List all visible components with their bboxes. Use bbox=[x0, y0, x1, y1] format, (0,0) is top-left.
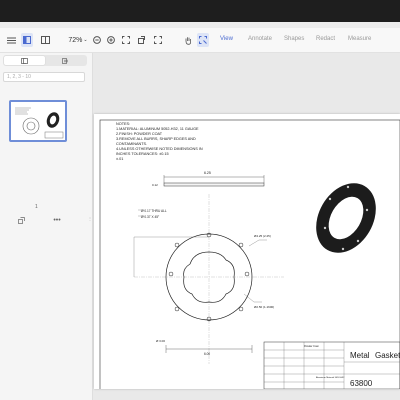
note-line: ±.01 bbox=[116, 157, 123, 161]
part-number: 63800 bbox=[350, 379, 373, 388]
page-thumbnail[interactable] bbox=[9, 100, 67, 142]
rotate-icon[interactable] bbox=[137, 33, 147, 47]
note-line: 3.REMOVE ALL BURRS, SHARP EDGES AND bbox=[116, 137, 196, 141]
title-bar bbox=[0, 0, 400, 22]
page-range-input[interactable]: 1, 2, 3 - 10 bbox=[3, 72, 85, 82]
tab-shapes[interactable]: Shapes bbox=[284, 36, 304, 42]
tab-annotate[interactable]: Annotate bbox=[248, 36, 272, 42]
title-text-1: Metal bbox=[350, 351, 370, 360]
note-line: 2.FINISH: POWDER COAT bbox=[116, 132, 163, 136]
pan-hand-icon[interactable] bbox=[183, 33, 193, 47]
sidebar-toggle-icon[interactable] bbox=[21, 33, 33, 47]
zoom-out-icon[interactable] bbox=[92, 33, 102, 47]
select-tool-icon[interactable] bbox=[197, 33, 209, 47]
tab-redact[interactable]: Redact bbox=[316, 36, 335, 42]
note-line: INCHES TOLERANCES: ±0.15 bbox=[116, 152, 169, 156]
document-viewer[interactable]: NOTES: 1.MATERIAL: ALUMINUM 5052-H32, 11… bbox=[93, 53, 400, 400]
toolbar: 72% ⌄ View Annotate Shapes Redact Measur… bbox=[0, 28, 400, 53]
tab-outline[interactable] bbox=[45, 56, 86, 65]
hamburger-menu-icon[interactable] bbox=[5, 33, 17, 47]
thumbnails-icon bbox=[21, 57, 28, 64]
dim-hole-callout: Ø 0.17 THRU ALL bbox=[141, 209, 167, 213]
dim-bottom-label: 6.00 bbox=[204, 352, 210, 356]
page-number-label: 1 bbox=[35, 204, 38, 210]
rotate-page-icon[interactable] bbox=[16, 216, 26, 224]
note-line: 4.UNLESS OTHERWISE NOTED DIMENSIONS IN bbox=[116, 147, 203, 151]
page-layout-icon[interactable] bbox=[39, 33, 51, 47]
note-line: 1.MATERIAL: ALUMINUM 5052-H32, 11 GAUGE bbox=[116, 127, 199, 131]
finish-label: Powder Coat bbox=[304, 345, 319, 348]
sidebar-tabs bbox=[3, 55, 87, 66]
front-view: Ø 0.17 THRU ALL Ø 0.37 X 45° Ø4.25 (2.25… bbox=[133, 194, 284, 364]
title-text-2: Gasket bbox=[375, 351, 400, 360]
thumbnail-drawing bbox=[15, 107, 64, 139]
chevron-down-icon: ⌄ bbox=[83, 37, 88, 43]
outline-icon bbox=[62, 57, 68, 64]
tab-measure[interactable]: Measure bbox=[348, 36, 371, 42]
note-line: CONTAMINANTS. bbox=[116, 142, 147, 146]
zoom-value: 72% bbox=[68, 36, 83, 44]
sidebar: 1, 2, 3 - 10 1 ••• bbox=[0, 53, 93, 400]
pdf-page: NOTES: 1.MATERIAL: ALUMINUM 5052-H32, 11… bbox=[94, 114, 400, 396]
drawing-border bbox=[99, 119, 400, 396]
dim-thickness-label: 0.12 bbox=[152, 183, 158, 187]
side-view: 6.25 0.12 bbox=[152, 171, 265, 187]
more-options-icon[interactable]: ••• bbox=[52, 216, 62, 224]
fullscreen-icon[interactable] bbox=[153, 33, 163, 47]
material-label: Aluminum Material 5052-H32 bbox=[316, 376, 345, 379]
fit-page-icon[interactable] bbox=[121, 33, 131, 47]
notes-heading: NOTES: bbox=[116, 122, 130, 126]
zoom-in-icon[interactable] bbox=[106, 33, 116, 47]
dim-top-label: 6.25 bbox=[204, 171, 211, 175]
dim-chamfer-label: Ø 0.37 X 45° bbox=[141, 215, 160, 219]
sidebar-resize-handle[interactable]: ⋮ bbox=[88, 216, 92, 221]
dim-bottom-left-label: Ø 3.00 bbox=[156, 339, 165, 343]
title-block: Powder Coat Aluminum Material 5052-H32 M… bbox=[263, 341, 400, 390]
technical-drawing: NOTES: 1.MATERIAL: ALUMINUM 5052-H32, 11… bbox=[99, 119, 400, 396]
tab-view[interactable]: View bbox=[220, 36, 233, 42]
zoom-select[interactable]: 72% ⌄ bbox=[68, 33, 88, 47]
isometric-view bbox=[316, 183, 376, 253]
dim-hole-right-label: Ø4.25 (2.25) bbox=[254, 234, 271, 238]
tab-thumbnails[interactable] bbox=[4, 56, 45, 65]
dim-right-mid-label: Ø2.50 (1.1600) bbox=[254, 305, 274, 309]
